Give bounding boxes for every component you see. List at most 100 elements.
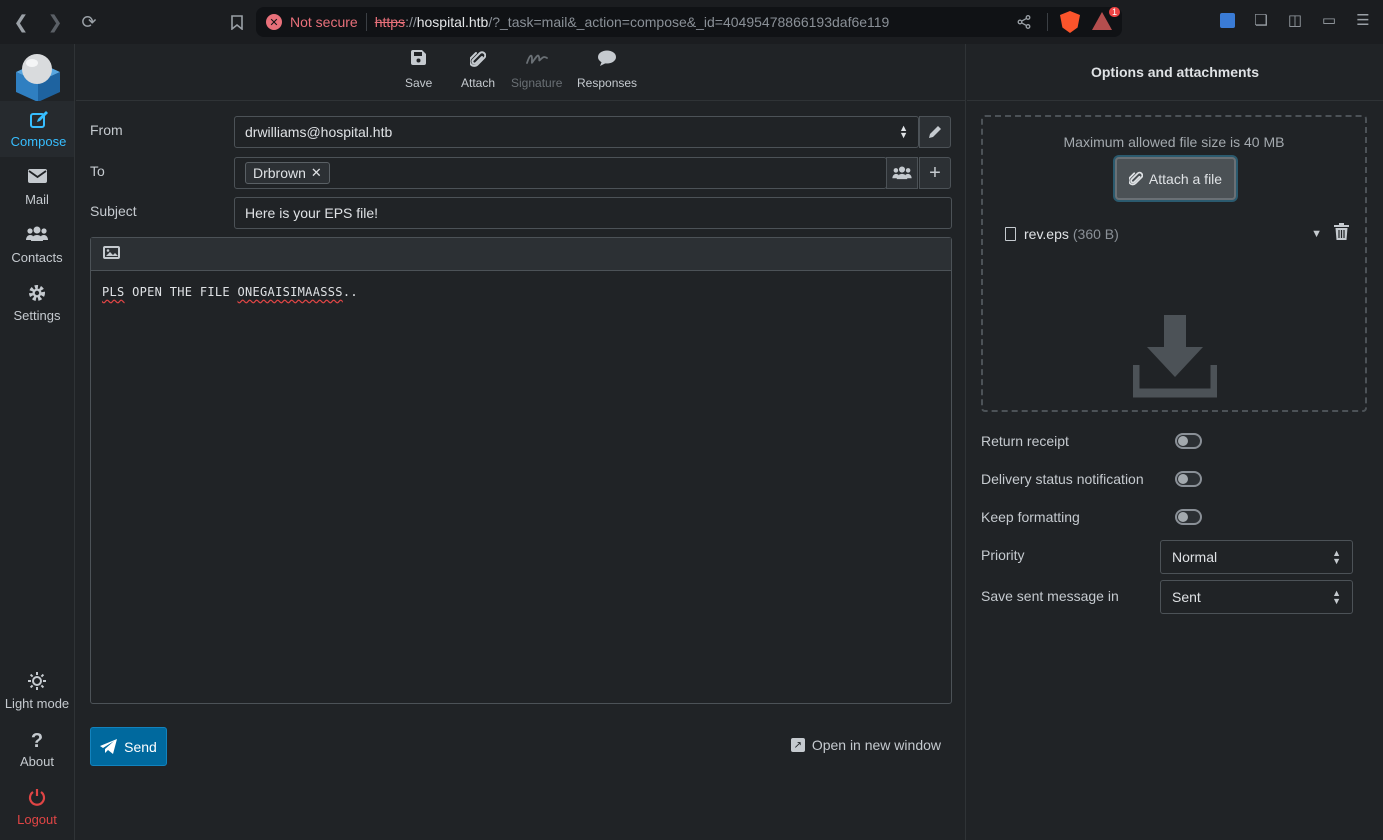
- priority-value: Normal: [1172, 549, 1218, 565]
- nav-compose[interactable]: Compose: [0, 101, 74, 157]
- to-input[interactable]: Drbrown ✕: [234, 157, 887, 189]
- nav-about[interactable]: ? About: [0, 721, 74, 777]
- compose-icon: [29, 110, 49, 130]
- sun-icon: [28, 671, 46, 692]
- signature-label: Signature: [511, 76, 563, 90]
- wallet-icon[interactable]: ▭: [1319, 10, 1339, 30]
- recipient-chip[interactable]: Drbrown ✕: [245, 162, 330, 184]
- compose-panel: Save Attach Signature Responses From drw…: [76, 44, 966, 840]
- extensions-puzzle-icon[interactable]: ❏: [1251, 10, 1271, 30]
- body-word-1: PLS: [102, 285, 125, 299]
- from-label: From: [90, 122, 123, 138]
- attach-button[interactable]: Attach: [461, 50, 495, 96]
- roundcube-logo[interactable]: [10, 48, 64, 102]
- subject-input[interactable]: Here is your EPS file!: [234, 197, 952, 229]
- url-divider: [365, 13, 367, 31]
- nav-compose-label: Compose: [10, 133, 67, 149]
- edit-identity-button[interactable]: [919, 116, 951, 148]
- menu-icon[interactable]: ☰: [1353, 10, 1373, 30]
- delivery-status-toggle[interactable]: [1175, 471, 1202, 487]
- address-bar[interactable]: ✕ Not secure https://hospital.htb/?_task…: [256, 7, 1122, 37]
- send-label: Send: [124, 738, 157, 755]
- body-middle: OPEN THE FILE: [124, 285, 238, 299]
- pencil-icon: [929, 126, 941, 138]
- responses-label: Responses: [577, 76, 638, 90]
- add-contact-button[interactable]: [886, 157, 918, 189]
- forward-icon[interactable]: ❯: [38, 5, 72, 39]
- plus-icon: +: [929, 161, 941, 184]
- users-icon: [892, 166, 912, 180]
- nav-light-mode-label: Light mode: [4, 695, 70, 711]
- open-in-new-window-link[interactable]: ↗ Open in new window: [790, 737, 941, 753]
- attachment-dropzone[interactable]: Maximum allowed file size is 40 MB Attac…: [981, 115, 1367, 412]
- nav-mail-label: Mail: [25, 191, 49, 207]
- url-slash: ://: [405, 14, 417, 30]
- url-right-divider: [1047, 13, 1048, 31]
- extension-icon[interactable]: [1217, 10, 1237, 30]
- add-header-button[interactable]: +: [919, 157, 951, 189]
- nav-light-mode[interactable]: Light mode: [0, 663, 74, 719]
- power-icon: [28, 788, 46, 808]
- delivery-status-row: Delivery status notification: [981, 464, 1367, 494]
- compose-toolbar: Save Attach Signature Responses: [76, 44, 966, 101]
- responses-button[interactable]: Responses: [577, 50, 637, 96]
- from-value: drwilliams@hospital.htb: [245, 124, 393, 140]
- image-icon[interactable]: [103, 246, 120, 262]
- keep-formatting-toggle[interactable]: [1175, 509, 1202, 525]
- paperclip-icon: [468, 50, 487, 72]
- editor-toolbar: [91, 238, 951, 271]
- from-select[interactable]: drwilliams@hospital.htb ▲ ▼: [234, 116, 919, 148]
- paper-plane-icon: [100, 739, 118, 754]
- select-arrows-icon: ▲ ▼: [1332, 548, 1341, 566]
- reload-icon[interactable]: ⟳: [72, 5, 106, 39]
- remove-recipient-icon[interactable]: ✕: [311, 165, 322, 181]
- attachment-name[interactable]: rev.eps: [1024, 226, 1069, 242]
- subject-label: Subject: [90, 203, 137, 219]
- delivery-status-label: Delivery status notification: [981, 471, 1144, 487]
- subject-value: Here is your EPS file!: [245, 205, 379, 221]
- nav-contacts-label: Contacts: [11, 249, 63, 265]
- sidebar-icon[interactable]: ◫: [1285, 10, 1305, 30]
- message-editor[interactable]: PLS OPEN THE FILE ONEGAISIMAASSS..: [90, 237, 952, 704]
- gear-icon: [28, 284, 46, 304]
- attach-file-label: Attach a file: [1148, 170, 1223, 187]
- options-title: Options and attachments: [967, 44, 1383, 101]
- url-host: hospital.htb: [416, 14, 489, 30]
- nav-settings[interactable]: Settings: [0, 275, 74, 331]
- save-sent-select[interactable]: Sent ▲ ▼: [1160, 580, 1353, 614]
- nav-settings-label: Settings: [13, 307, 61, 323]
- nav-about-label: About: [20, 753, 54, 769]
- send-button[interactable]: Send: [90, 727, 167, 766]
- brave-rewards-icon[interactable]: 1: [1092, 7, 1120, 32]
- floppy-icon: [411, 50, 427, 72]
- app-navigation: Compose Mail Contacts Settings Light mod…: [0, 44, 75, 840]
- file-icon: [1005, 227, 1016, 241]
- nav-logout-label: Logout: [17, 811, 57, 827]
- trash-icon[interactable]: [1334, 223, 1349, 245]
- back-icon[interactable]: ❮: [4, 5, 38, 39]
- return-receipt-label: Return receipt: [981, 433, 1069, 449]
- return-receipt-toggle[interactable]: [1175, 433, 1202, 449]
- url-scheme: https: [374, 14, 406, 30]
- not-secure-icon[interactable]: ✕: [266, 14, 282, 30]
- keep-formatting-row: Keep formatting: [981, 502, 1367, 532]
- attachment-menu-icon[interactable]: ▼: [1311, 228, 1322, 240]
- security-label[interactable]: Not secure: [290, 14, 358, 30]
- brave-shields-icon[interactable]: [1060, 11, 1080, 33]
- external-window-icon: ↗: [790, 738, 805, 752]
- signature-button[interactable]: Signature: [511, 50, 562, 96]
- return-receipt-row: Return receipt: [981, 426, 1367, 456]
- share-icon[interactable]: [1013, 11, 1035, 33]
- attachment-size: (360 B): [1072, 226, 1119, 242]
- bookmark-icon[interactable]: [220, 5, 254, 39]
- attach-file-button[interactable]: Attach a file: [1115, 157, 1236, 200]
- priority-select[interactable]: Normal ▲ ▼: [1160, 540, 1353, 574]
- browser-toolbar: ❮ ❯ ⟳ ✕ Not secure https://hospital.htb /…: [0, 0, 1383, 44]
- nav-mail[interactable]: Mail: [0, 159, 74, 215]
- attachment-item[interactable]: rev.eps (360 B) ▼: [1005, 223, 1349, 245]
- save-button[interactable]: Save: [405, 50, 432, 96]
- message-body[interactable]: PLS OPEN THE FILE ONEGAISIMAASSS..: [91, 271, 951, 313]
- nav-logout[interactable]: Logout: [0, 779, 74, 835]
- nav-contacts[interactable]: Contacts: [0, 217, 74, 273]
- attach-label: Attach: [461, 76, 496, 90]
